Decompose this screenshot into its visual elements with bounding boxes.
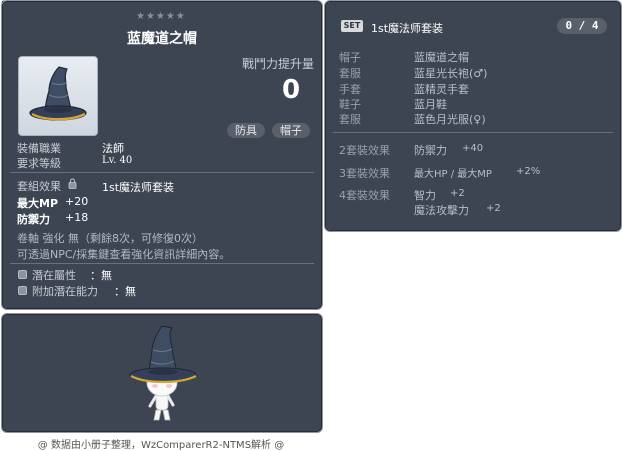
divider xyxy=(333,132,613,133)
set-effect-value: +2 xyxy=(450,188,465,199)
job-label: 裝備職業 xyxy=(17,142,61,155)
set-effect-tier-label: 3套裝效果 xyxy=(339,167,390,180)
stat-value-def: +18 xyxy=(65,211,89,224)
set-effect-stat: 最大HP / 最大MP xyxy=(414,169,492,180)
divider xyxy=(10,263,314,264)
set-effect-label: 套組效果 xyxy=(17,180,61,193)
set-effect-value: +40 xyxy=(462,143,484,154)
divider xyxy=(10,172,314,173)
combat-power-value: 0 xyxy=(282,75,301,105)
set-effect-tier-label: 4套裝效果 xyxy=(339,189,390,202)
bonus-potential-label: 附加潛在能力 xyxy=(32,285,98,298)
square-bullet-icon xyxy=(18,286,27,295)
level-label: 要求等級 xyxy=(17,157,61,170)
set-item-slot: 套服 xyxy=(339,67,361,80)
footer-credit: @ 数据由小册子整理，WzComparerR2-NTMS解析 @ xyxy=(37,440,285,451)
set-badge: SET xyxy=(341,20,363,32)
star-force-stars: ★★★★★ xyxy=(136,11,186,22)
item-icon-frame xyxy=(18,56,98,136)
level-value: Lv. 40 xyxy=(102,155,133,166)
set-item-name: 蓝精灵手套 xyxy=(414,83,469,96)
set-item-slot: 帽子 xyxy=(339,51,361,64)
lock-icon xyxy=(68,178,77,189)
combat-power-label: 戰鬥力提升量 xyxy=(242,57,315,71)
set-item-name: 蓝星光长袍(♂) xyxy=(414,67,488,80)
set-item-name: 蓝魔道之帽 xyxy=(414,51,469,64)
set-item-slot: 套服 xyxy=(339,113,361,126)
set-effect-value: +2% xyxy=(516,166,541,177)
set-effect-stat: 防禦力 xyxy=(414,144,447,157)
stat-value-mp: +20 xyxy=(65,195,89,208)
npc-info: 可透過NPC/採集鍵查看強化資訊詳細內容。 xyxy=(17,248,231,261)
item-tooltip-panel: ★★★★★ 蓝魔道之帽 戰鬥力提升量 0 防具 帽子 裝備職業 法師 要求等級 … xyxy=(1,0,323,310)
set-effect-stat: 智力 xyxy=(414,189,436,202)
square-bullet-icon xyxy=(18,270,27,279)
tag-hat: 帽子 xyxy=(272,123,310,138)
set-item-name: 蓝月鞋 xyxy=(414,98,447,111)
set-item-slot: 手套 xyxy=(339,83,361,96)
character-preview xyxy=(129,325,197,421)
set-effect-tier-label: 2套裝效果 xyxy=(339,144,390,157)
witch-hat-icon xyxy=(29,66,87,121)
job-value: 法師 xyxy=(102,142,124,155)
set-effect-value: 1st魔法师套装 xyxy=(102,181,175,194)
set-item-slot: 鞋子 xyxy=(339,98,361,111)
bonus-potential-value: ：無 xyxy=(114,285,136,298)
stat-name-mp: 最大MP xyxy=(17,197,59,210)
set-effect-value: +2 xyxy=(486,203,501,214)
set-name: 1st魔法师套装 xyxy=(371,22,444,35)
item-title: 蓝魔道之帽 xyxy=(127,31,197,47)
potential-value: ：無 xyxy=(90,269,112,282)
stat-name-def: 防禦力 xyxy=(17,213,50,226)
set-item-name: 蓝色月光服(♀) xyxy=(414,113,486,126)
set-info-panel: SET 1st魔法师套装 0 / 4 帽子 蓝魔道之帽 套服 蓝星光长袍(♂) … xyxy=(324,0,622,232)
set-count: 0 / 4 xyxy=(557,18,607,34)
avatar-preview-panel xyxy=(1,313,323,433)
set-effect-stat: 魔法攻擊力 xyxy=(414,204,469,217)
scroll-info: 卷軸 強化 無（剩餘8次，可修復0次） xyxy=(17,232,203,245)
potential-label: 潛在屬性 xyxy=(32,269,76,282)
tag-armor: 防具 xyxy=(227,123,265,138)
